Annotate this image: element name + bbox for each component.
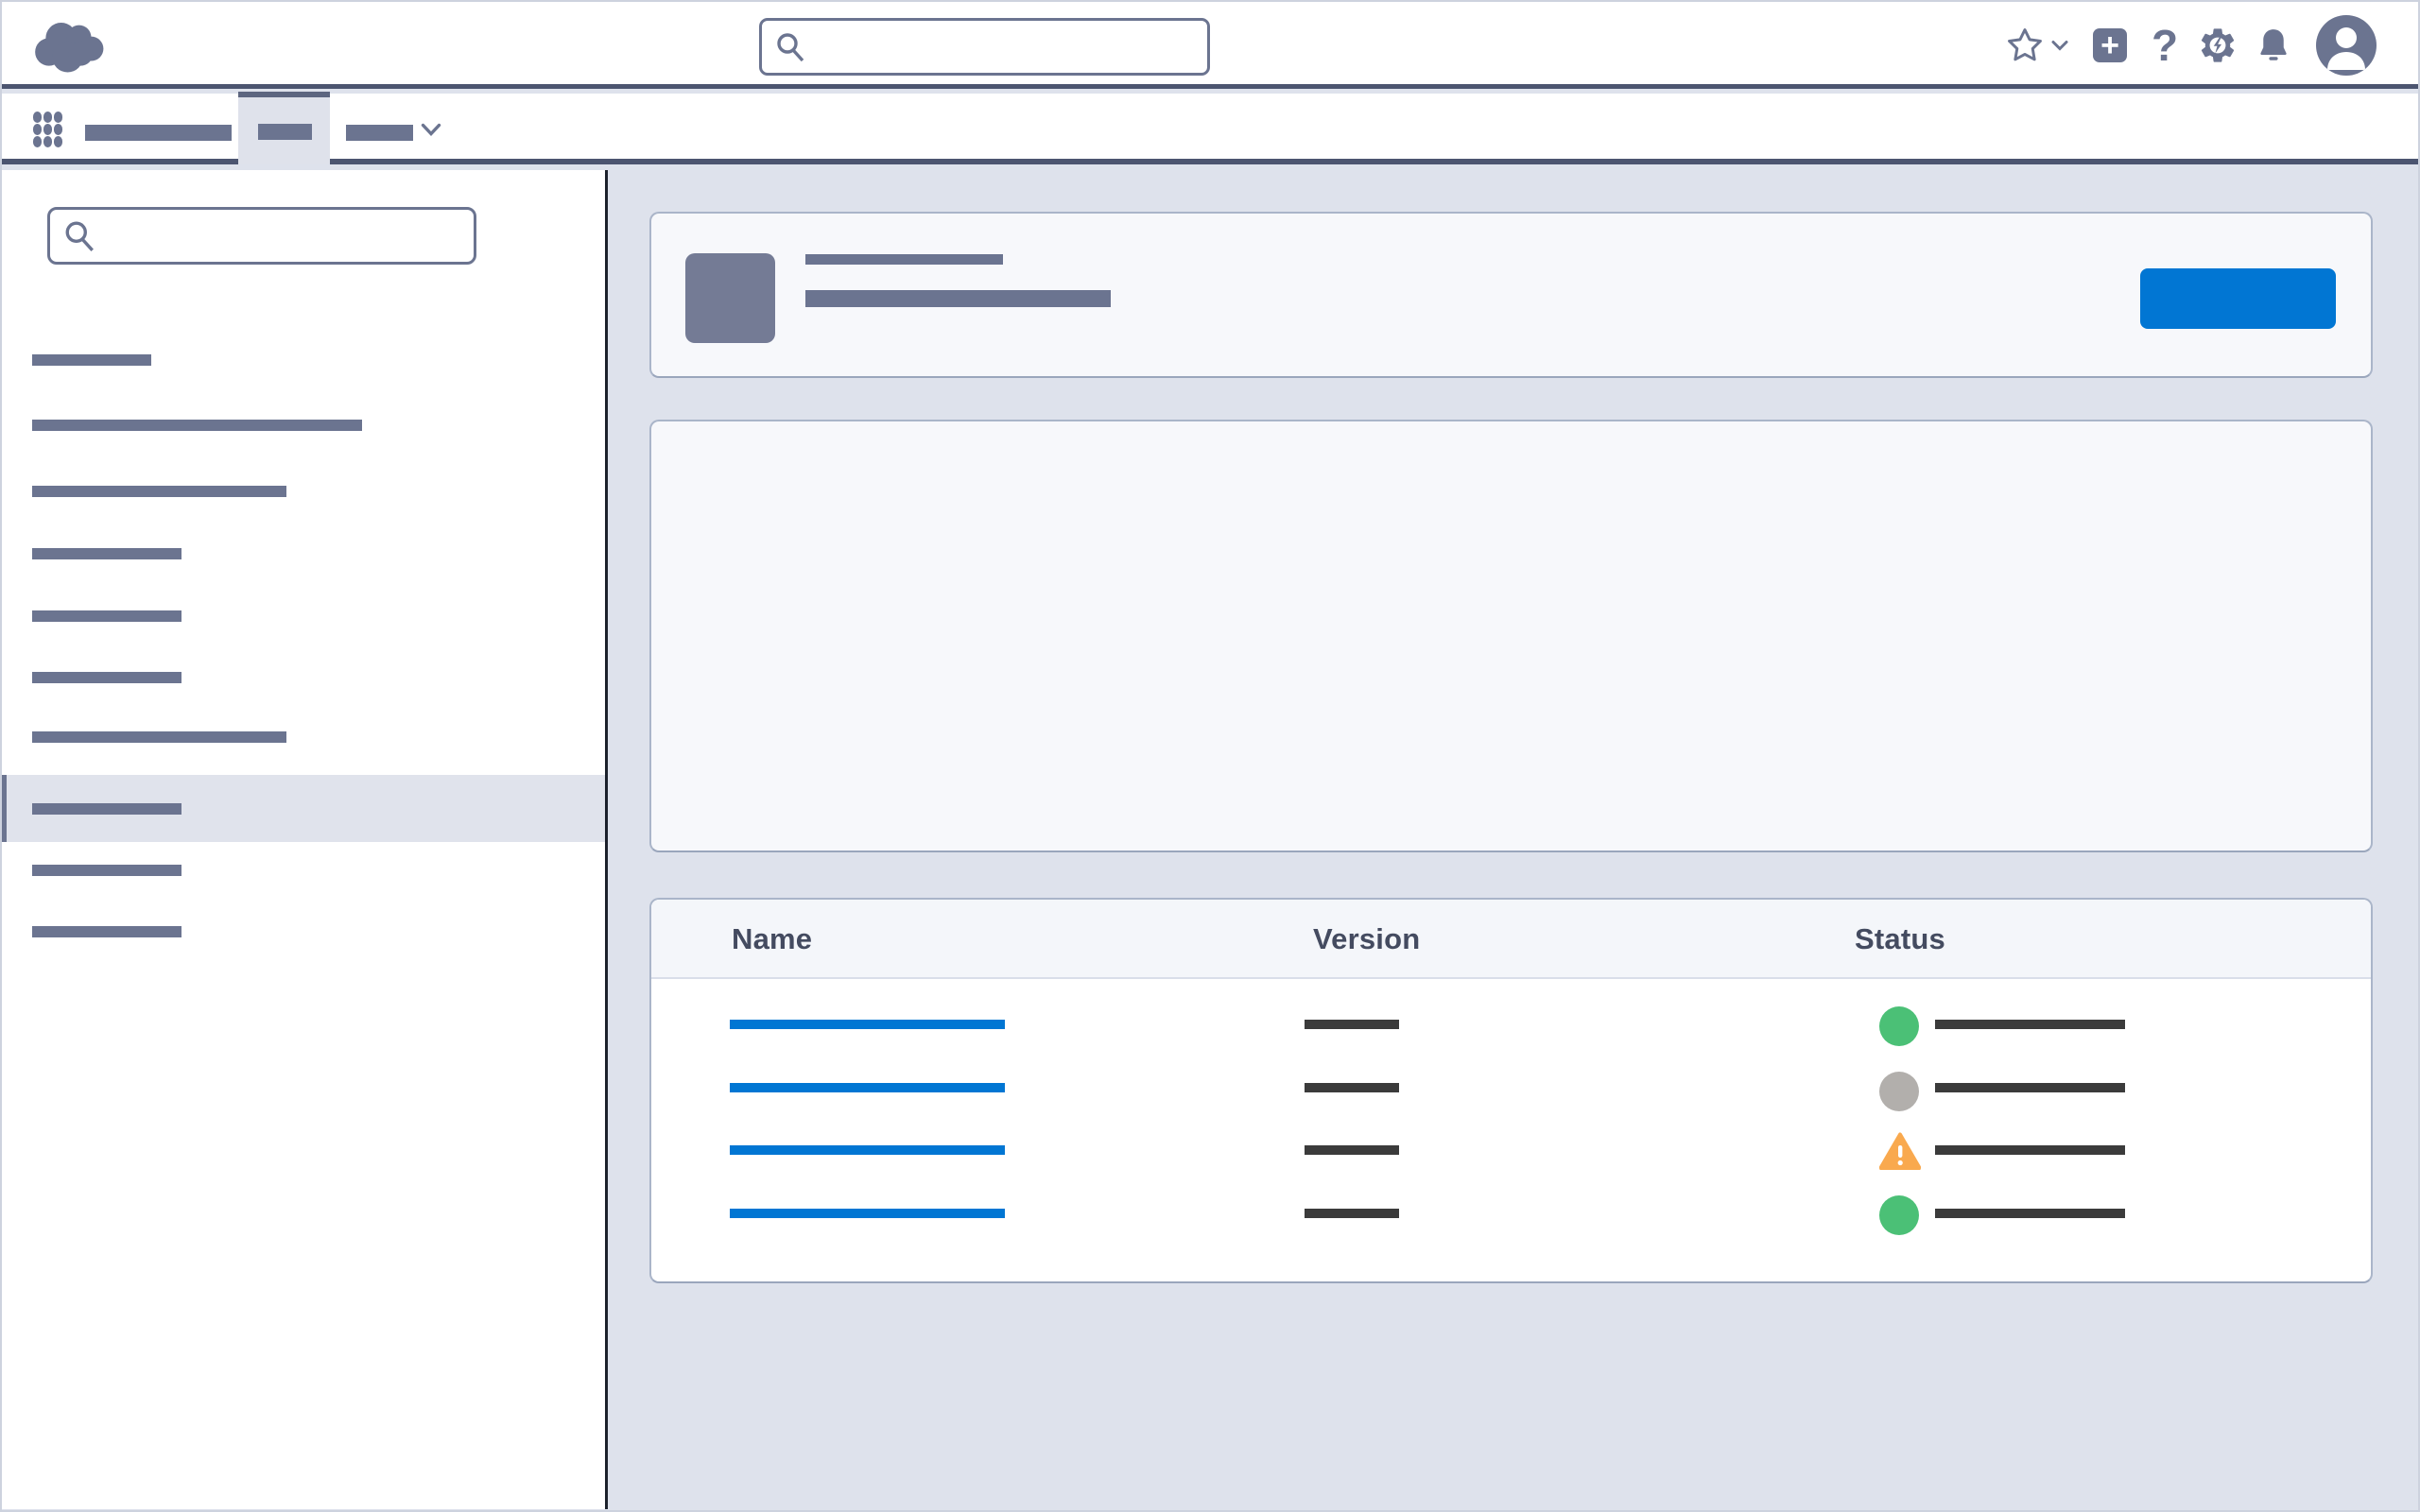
record-icon-tile bbox=[685, 253, 775, 343]
sidebar-item-label-redacted bbox=[32, 354, 151, 366]
table-row bbox=[651, 1008, 2371, 1071]
sidebar-item[interactable] bbox=[2, 926, 605, 973]
favorites-button[interactable] bbox=[2004, 25, 2070, 66]
row-status-redacted bbox=[1935, 1083, 2125, 1092]
column-header-version: Version bbox=[1313, 900, 1420, 979]
row-version-redacted bbox=[1305, 1083, 1399, 1092]
page-header-card bbox=[649, 212, 2373, 378]
app-navbar bbox=[2, 94, 2418, 164]
app-window: + ? bbox=[0, 0, 2420, 1512]
main-content: Name Version Status bbox=[611, 170, 2418, 1510]
row-version-redacted bbox=[1305, 1020, 1399, 1029]
column-header-name: Name bbox=[732, 900, 812, 979]
row-name-link-redacted[interactable] bbox=[730, 1020, 1005, 1029]
app-name-redacted[interactable] bbox=[85, 125, 232, 141]
app-launcher-waffle-icon[interactable] bbox=[33, 112, 63, 147]
sidebar-item[interactable] bbox=[2, 731, 605, 779]
row-status-redacted bbox=[1935, 1145, 2125, 1155]
sidebar-item-label-redacted bbox=[32, 672, 182, 683]
sidebar-item[interactable] bbox=[2, 610, 605, 658]
row-status-redacted bbox=[1935, 1209, 2125, 1218]
sidebar-item-label-redacted bbox=[32, 610, 182, 622]
sidebar-item-label-redacted bbox=[32, 486, 286, 497]
status-icon bbox=[1879, 1072, 1919, 1111]
status-icon bbox=[1879, 1006, 1919, 1046]
chevron-down-icon bbox=[2050, 39, 2069, 52]
global-header: + ? bbox=[2, 2, 2418, 89]
sidebar-item[interactable] bbox=[2, 672, 605, 719]
global-search bbox=[759, 18, 1210, 76]
row-name-link-redacted[interactable] bbox=[730, 1145, 1005, 1155]
data-table-card: Name Version Status bbox=[649, 898, 2373, 1283]
row-version-redacted bbox=[1305, 1209, 1399, 1218]
setup-gear-button[interactable] bbox=[2197, 25, 2238, 66]
sidebar-item-label-redacted bbox=[32, 865, 182, 876]
table-row bbox=[651, 1197, 2371, 1260]
sidebar-item-selected[interactable] bbox=[2, 803, 605, 850]
sidebar-item-label-redacted bbox=[32, 548, 182, 559]
nav-tab-label-redacted bbox=[258, 124, 312, 140]
warning-icon bbox=[1879, 1132, 1919, 1172]
sidebar-item-label-redacted bbox=[32, 420, 362, 431]
cloud-logo-icon bbox=[30, 15, 112, 77]
favorites-star-icon bbox=[2005, 26, 2045, 65]
nav-tab-label-redacted bbox=[346, 125, 413, 141]
table-row bbox=[651, 1134, 2371, 1196]
global-search-input[interactable] bbox=[762, 21, 1207, 73]
page-eyebrow-redacted bbox=[805, 254, 1003, 265]
column-header-status: Status bbox=[1855, 900, 1945, 979]
header-actions: + ? bbox=[2004, 2, 2377, 89]
content-panel-card bbox=[649, 420, 2373, 852]
sidebar-item-label-redacted bbox=[32, 731, 286, 743]
notifications-bell-button[interactable] bbox=[2252, 24, 2295, 67]
row-version-redacted bbox=[1305, 1145, 1399, 1155]
sidebar-item-label-redacted bbox=[32, 926, 182, 937]
sidebar-search-input[interactable] bbox=[50, 210, 474, 262]
row-status-redacted bbox=[1935, 1020, 2125, 1029]
table-header-row: Name Version Status bbox=[651, 900, 2371, 979]
sidebar-search bbox=[47, 207, 476, 265]
sidebar-item-label-redacted bbox=[32, 803, 182, 815]
quick-add-button[interactable]: + bbox=[2093, 28, 2127, 62]
sidebar-item[interactable] bbox=[2, 548, 605, 595]
chevron-down-icon bbox=[420, 122, 442, 138]
sidebar-item[interactable] bbox=[2, 420, 605, 467]
nav-tab-selected[interactable] bbox=[238, 92, 330, 164]
table-row bbox=[651, 1072, 2371, 1134]
sidebar-item[interactable] bbox=[2, 354, 605, 402]
row-name-link-redacted[interactable] bbox=[730, 1209, 1005, 1218]
status-icon bbox=[1879, 1195, 1919, 1235]
nav-tab-dropdown[interactable] bbox=[346, 94, 450, 164]
sidebar-item[interactable] bbox=[2, 486, 605, 533]
page-title-redacted bbox=[805, 290, 1111, 307]
user-avatar-button[interactable] bbox=[2316, 15, 2377, 76]
sidebar-item[interactable] bbox=[2, 865, 605, 912]
help-button[interactable]: ? bbox=[2146, 20, 2184, 71]
setup-sidebar bbox=[2, 170, 608, 1509]
row-name-link-redacted[interactable] bbox=[730, 1083, 1005, 1092]
primary-action-button[interactable] bbox=[2140, 268, 2336, 329]
